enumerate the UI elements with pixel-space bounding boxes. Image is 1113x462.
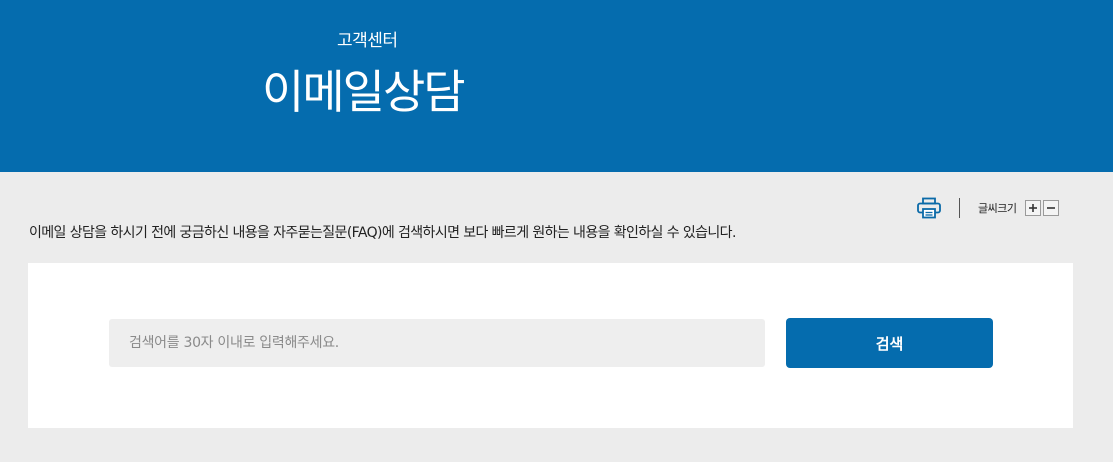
search-input[interactable] xyxy=(109,319,765,367)
font-size-label: 글씨크기 xyxy=(978,202,1017,215)
tool-divider xyxy=(959,198,960,218)
breadcrumb[interactable]: 고객센터 xyxy=(337,26,398,51)
printer-icon xyxy=(917,197,941,219)
font-increase-button[interactable] xyxy=(1025,200,1042,216)
page-tools: 글씨크기 xyxy=(915,195,1060,221)
intro-text: 이메일 상담을 하시기 전에 궁금하신 내용을 자주묻는질문(FAQ)에 검색하… xyxy=(29,225,736,241)
search-panel: 검색 xyxy=(28,263,1073,428)
plus-icon xyxy=(1029,204,1038,212)
page-header: 고객센터 이메일상담 xyxy=(0,0,1113,172)
page-title: 이메일상담 xyxy=(262,65,466,119)
font-decrease-button[interactable] xyxy=(1043,200,1060,216)
print-button[interactable] xyxy=(915,195,943,221)
minus-icon xyxy=(1047,207,1056,209)
search-button[interactable]: 검색 xyxy=(786,318,993,368)
